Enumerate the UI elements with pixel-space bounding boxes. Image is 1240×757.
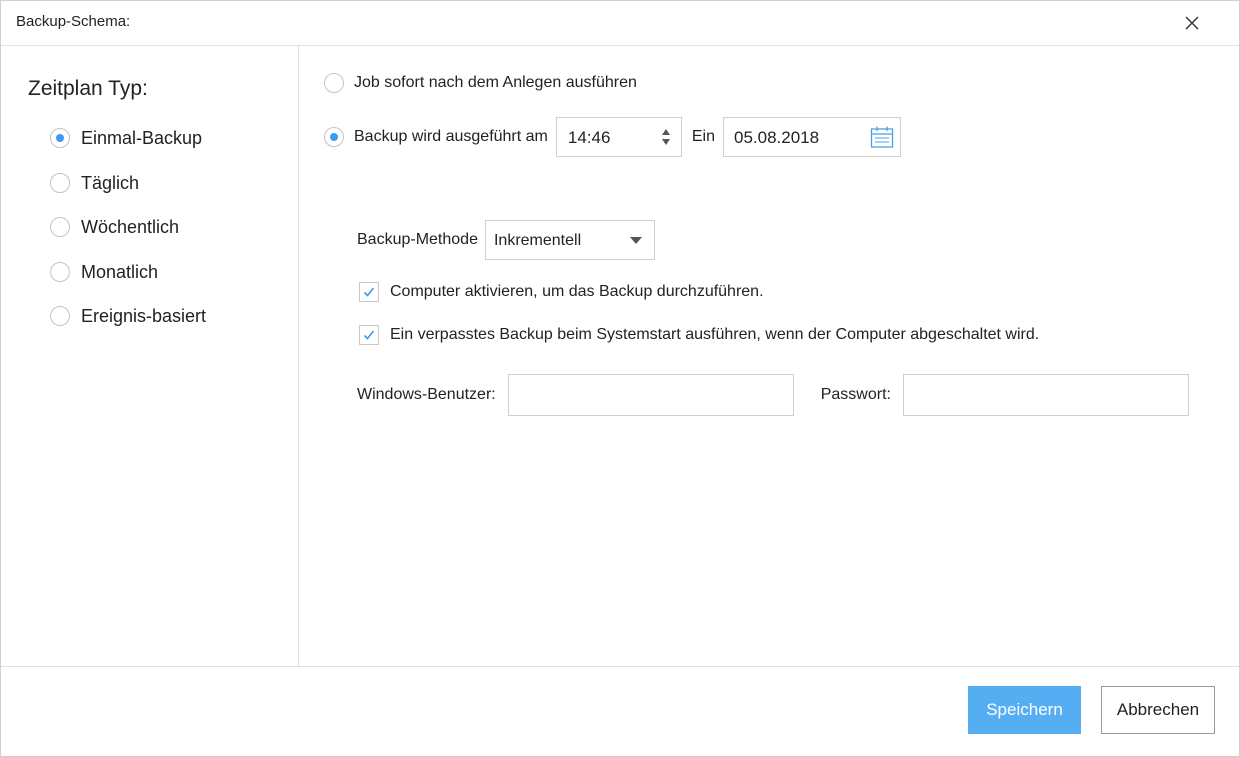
schedule-type-once[interactable]: Einmal-Backup (50, 125, 202, 151)
radio-weekly[interactable] (50, 217, 70, 237)
close-button[interactable] (1179, 10, 1205, 36)
wake-computer-label: Computer aktivieren, um das Backup durch… (390, 283, 764, 300)
radio-once[interactable] (50, 128, 70, 148)
radio-monthly[interactable] (50, 262, 70, 282)
missed-backup-label: Ein verpasstes Backup beim Systemstart a… (390, 326, 1040, 343)
schedule-type-once-label: Einmal-Backup (81, 127, 203, 148)
windows-user-input[interactable] (507, 374, 794, 416)
schedule-settings-panel: Job sofort nach dem Anlegen ausführen Ba… (299, 46, 1239, 666)
run-now-label: Job sofort nach dem Anlegen ausführen (354, 74, 637, 91)
schedule-type-event-label: Ereignis-basiert (81, 305, 207, 326)
password-input[interactable] (902, 374, 1189, 416)
calendar-icon[interactable] (870, 125, 894, 149)
radio-run-at[interactable] (324, 127, 344, 147)
schedule-type-heading: Zeitplan Typ: (28, 77, 148, 100)
radio-daily[interactable] (50, 173, 70, 193)
run-at-row: Backup wird ausgeführt am 14:46 Ein 05.0… (324, 117, 901, 157)
wake-computer-option[interactable]: Computer aktivieren, um das Backup durch… (359, 282, 764, 302)
time-value: 14:46 (567, 128, 611, 147)
backup-method-select[interactable]: Inkrementell (484, 220, 655, 260)
backup-method-value: Inkrementell (493, 232, 582, 249)
run-at-label: Backup wird ausgeführt am (354, 128, 548, 145)
schedule-type-monthly-label: Monatlich (81, 261, 159, 282)
dropdown-arrow-icon (629, 237, 642, 244)
backup-method-row: Backup-Methode Inkrementell (357, 220, 655, 260)
credentials-row: Windows-Benutzer: Passwort: (357, 374, 1189, 416)
windows-user-label: Windows-Benutzer: (357, 386, 496, 403)
radio-run-now[interactable] (324, 73, 344, 93)
date-input[interactable]: 05.08.2018 (723, 117, 901, 157)
checkmark-icon (363, 287, 375, 297)
close-icon (1185, 16, 1199, 30)
run-now-option[interactable]: Job sofort nach dem Anlegen ausführen (324, 73, 637, 93)
cancel-button[interactable]: Abbrechen (1101, 686, 1215, 734)
schedule-type-weekly[interactable]: Wöchentlich (50, 214, 179, 240)
schedule-type-weekly-label: Wöchentlich (81, 216, 180, 237)
missed-backup-checkbox[interactable] (359, 325, 379, 345)
dialog-title: Backup-Schema: (16, 13, 131, 30)
radio-event[interactable] (50, 306, 70, 326)
save-button[interactable]: Speichern (968, 686, 1081, 734)
time-spinner-icon[interactable] (661, 126, 671, 148)
schedule-type-daily[interactable]: Täglich (50, 170, 139, 196)
checkmark-icon (363, 330, 375, 340)
schedule-type-event[interactable]: Ereignis-basiert (50, 303, 206, 329)
schedule-type-monthly[interactable]: Monatlich (50, 259, 158, 285)
schedule-type-daily-label: Täglich (81, 172, 140, 193)
date-value: 05.08.2018 (734, 128, 820, 147)
missed-backup-option[interactable]: Ein verpasstes Backup beim Systemstart a… (359, 325, 1039, 345)
wake-computer-checkbox[interactable] (359, 282, 379, 302)
backup-method-label: Backup-Methode (357, 231, 478, 248)
schedule-type-sidebar: Zeitplan Typ: Einmal-Backup Täglich Wöch… (1, 46, 299, 666)
dialog-footer: Speichern Abbrechen (1, 666, 1239, 756)
backup-schedule-dialog: Backup-Schema: Zeitplan Typ: Einmal-Back… (0, 0, 1240, 757)
time-input[interactable]: 14:46 (555, 117, 682, 157)
password-label: Passwort: (820, 386, 891, 403)
title-bar: Backup-Schema: (1, 1, 1239, 46)
on-date-label: Ein (691, 128, 715, 145)
